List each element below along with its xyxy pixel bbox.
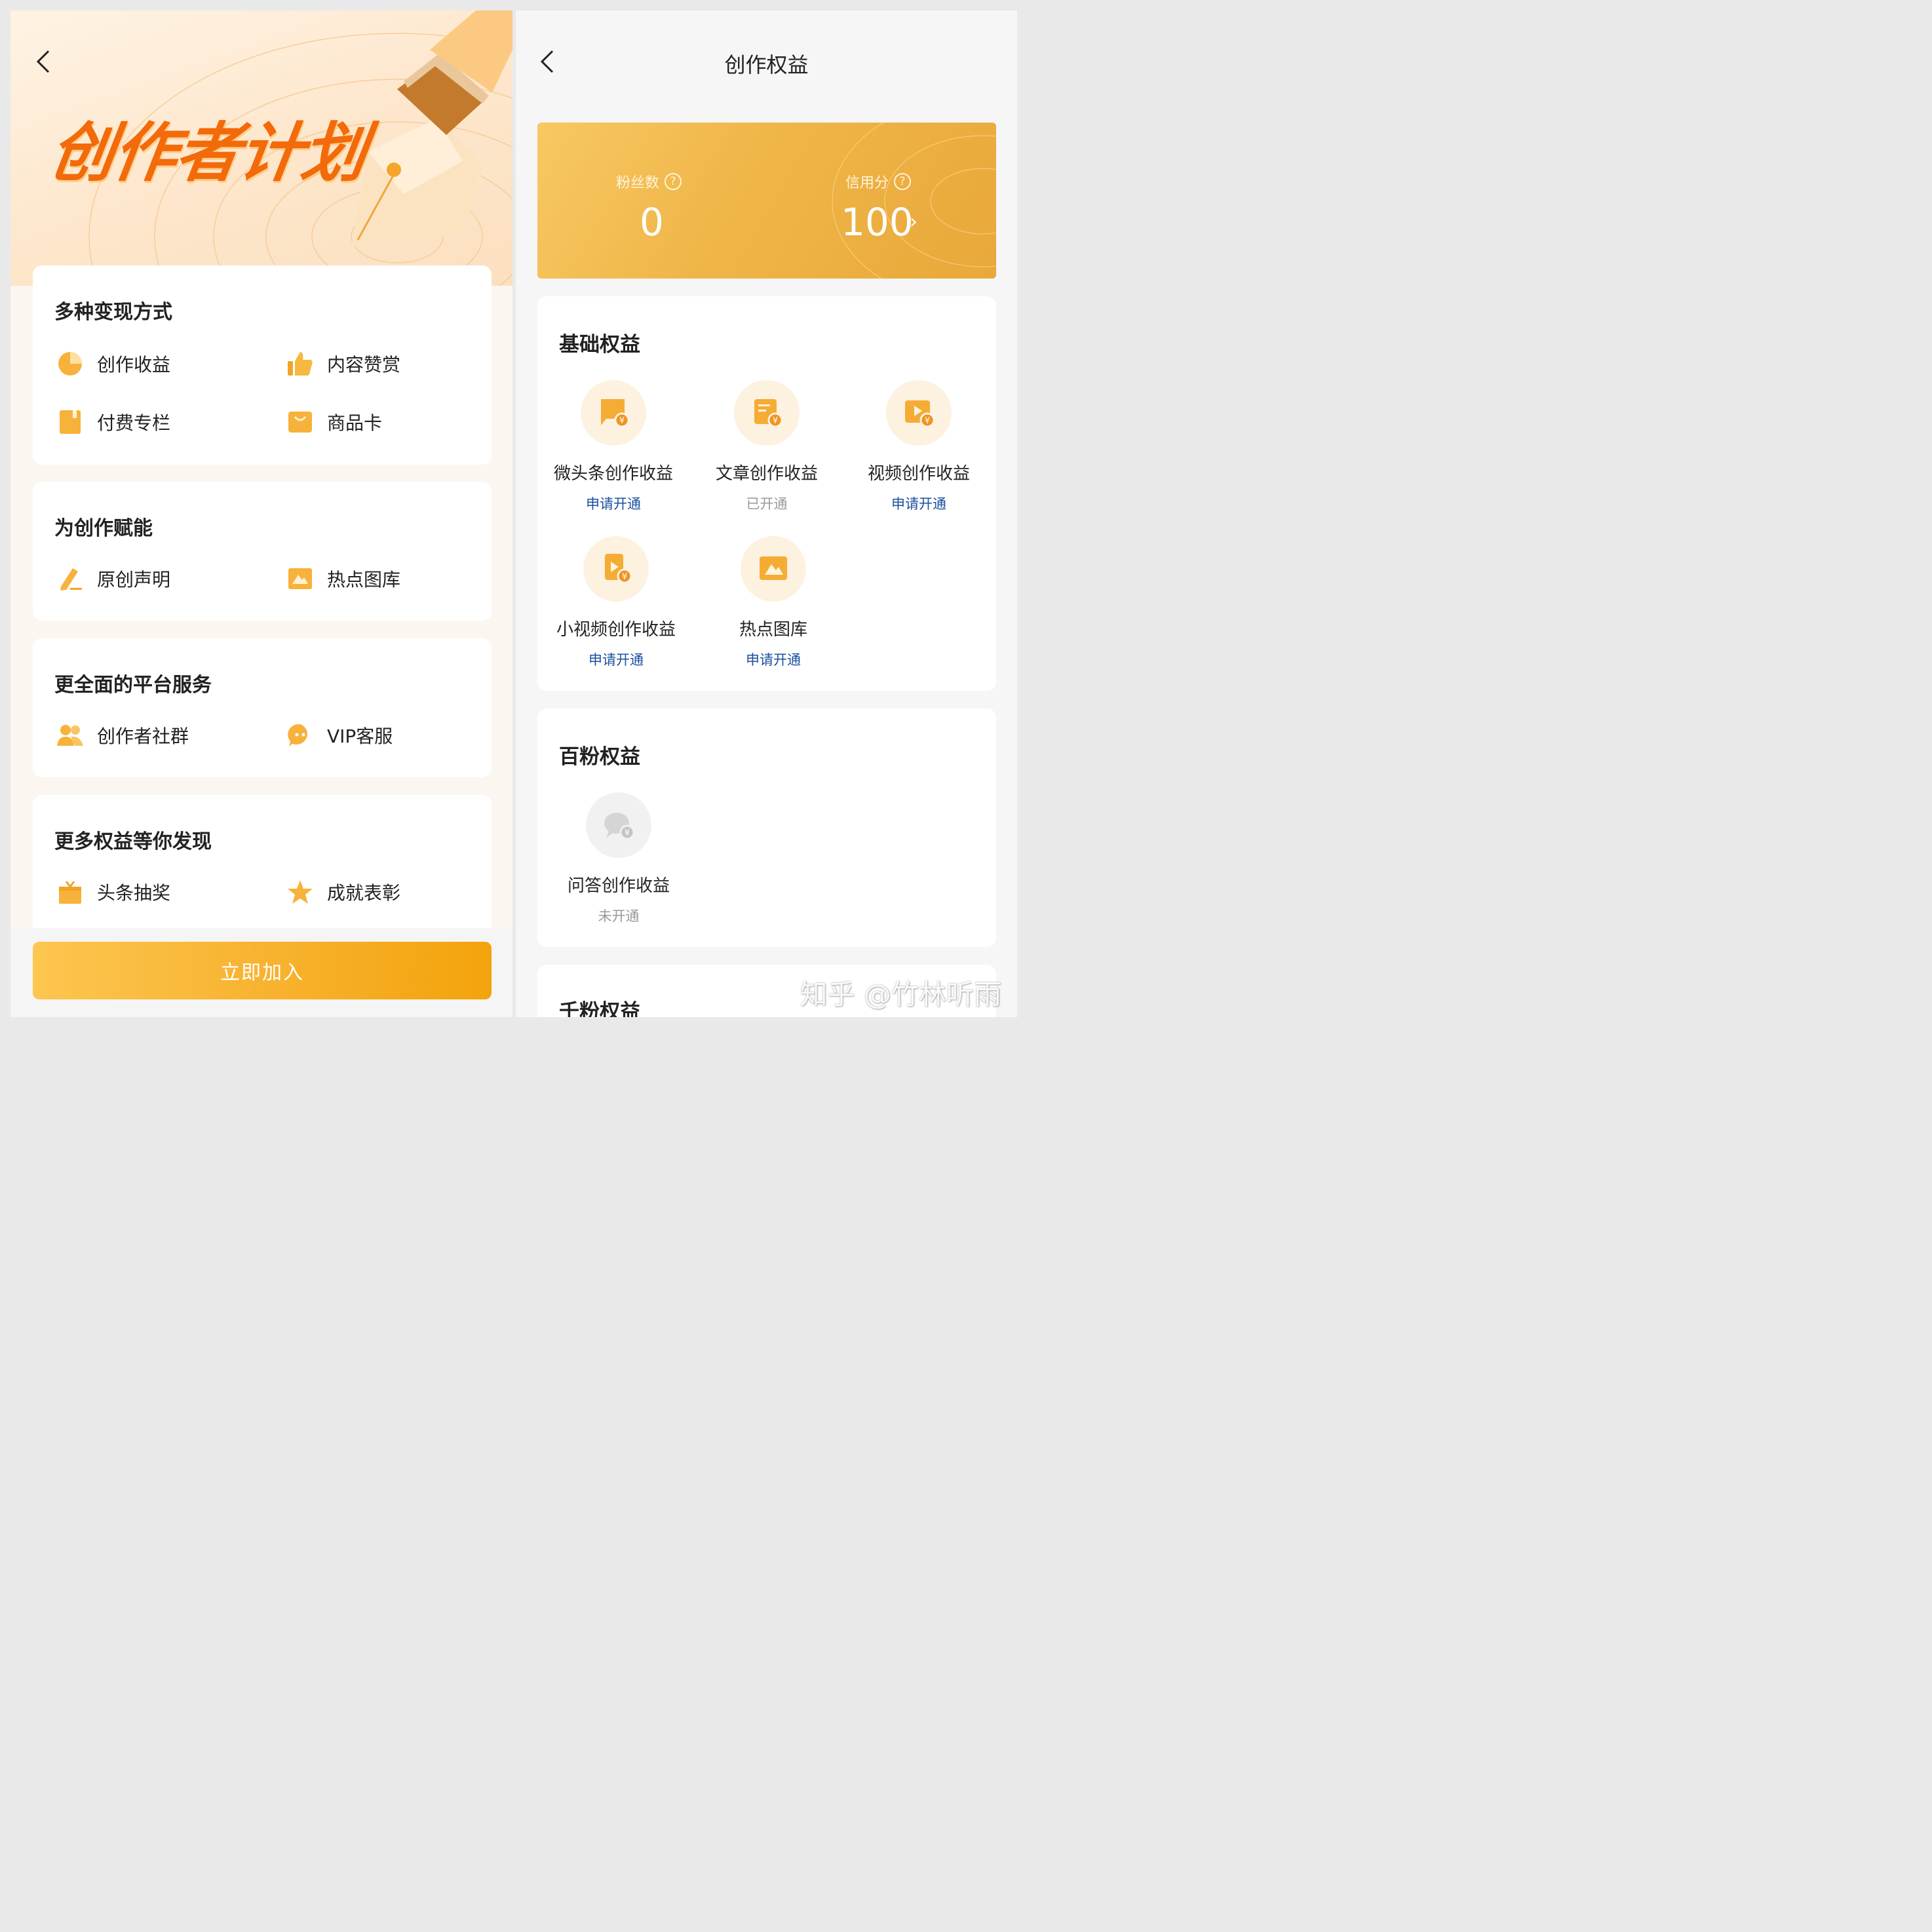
document-coin-icon: ¥: [734, 380, 800, 446]
hero-title: 创作者计划: [45, 116, 370, 191]
pencil-icon: [56, 565, 84, 592]
creator-plan-screen: 创作者计划 多种变现方式 创作收益 内容赞赏 付费专栏 商品卡 为创作赋能 原创…: [10, 10, 512, 1017]
benefit-hot-gallery[interactable]: 热点图库 申请开通: [701, 536, 845, 669]
gift-icon: [56, 878, 84, 906]
credit-label-text: 信用分: [845, 175, 889, 191]
svg-text:¥: ¥: [625, 828, 630, 838]
feature-original-declaration[interactable]: 原创声明: [56, 564, 170, 593]
watermark: 知乎 @竹林听雨: [800, 978, 1001, 1011]
feature-hot-gallery[interactable]: 热点图库: [286, 564, 400, 593]
hundred-fans-panel: 百粉权益 ¥ 问答创作收益 未开通: [537, 708, 996, 947]
hero-banner: 创作者计划: [10, 10, 512, 286]
feature-creation-income[interactable]: 创作收益: [56, 349, 170, 378]
benefit-name: 热点图库: [739, 620, 807, 640]
image-icon: [741, 536, 806, 602]
short-video-coin-icon: ¥: [583, 536, 649, 602]
page-title: 创作权益: [724, 52, 809, 77]
feature-achievement[interactable]: 成就表彰: [286, 878, 400, 906]
star-icon: [286, 878, 314, 906]
svg-text:¥: ¥: [619, 416, 625, 426]
benefit-name: 小视频创作收益: [556, 620, 676, 640]
section-title: 为创作赋能: [54, 517, 153, 540]
feature-label: 原创声明: [97, 569, 171, 590]
feature-product-card[interactable]: 商品卡: [286, 408, 382, 436]
section-title: 更多权益等你发现: [54, 830, 212, 853]
help-icon[interactable]: ?: [894, 173, 912, 190]
video-coin-icon: ¥: [886, 380, 952, 446]
back-button[interactable]: [31, 48, 58, 75]
section-title: 更全面的平台服务: [54, 674, 212, 697]
fountain-pen-illustration: [351, 10, 512, 246]
book-icon: [56, 408, 84, 436]
chat-icon: [286, 722, 314, 749]
status-label: 未开通: [598, 908, 640, 924]
apply-link[interactable]: 申请开通: [847, 493, 991, 513]
feature-vip-service[interactable]: VIP客服: [286, 721, 393, 750]
benefit-article-income[interactable]: ¥ 文章创作收益 已开通: [695, 380, 839, 513]
credit-value[interactable]: 100: [841, 200, 914, 244]
creator-benefits-screen: 创作权益 粉丝数 ? 0 信用分 ? 100 › 基础权益 ¥ 微头条创作收益: [516, 10, 1017, 1017]
help-icon[interactable]: ?: [665, 173, 682, 190]
feature-label: 头条抽奖: [97, 882, 171, 904]
benefit-name: 文章创作收益: [715, 464, 818, 484]
decorative-rings: [832, 123, 996, 279]
pie-chart-icon: [56, 350, 84, 377]
credit-label: 信用分 ?: [845, 171, 912, 192]
feature-label: 成就表彰: [327, 882, 401, 904]
join-now-button[interactable]: 立即加入: [33, 942, 492, 999]
qa-coin-icon: ¥: [586, 792, 651, 858]
empowerment-card: 为创作赋能 原创声明 热点图库: [33, 482, 492, 621]
feature-label: 内容赞赏: [327, 354, 401, 376]
svg-text:¥: ¥: [773, 416, 778, 426]
benefit-name: 微头条创作收益: [553, 464, 673, 484]
benefit-video-income[interactable]: ¥ 视频创作收益 申请开通: [847, 380, 991, 513]
benefit-name: 问答创作收益: [567, 876, 670, 896]
feature-label: 热点图库: [327, 569, 401, 590]
benefit-qa-income[interactable]: ¥ 问答创作收益 未开通: [547, 792, 691, 925]
more-benefits-card: 更多权益等你发现 头条抽奖 成就表彰: [33, 795, 492, 946]
svg-text:¥: ¥: [622, 572, 627, 582]
benefit-micro-post-income[interactable]: ¥ 微头条创作收益 申请开通: [541, 380, 686, 513]
feature-label: 付费专栏: [97, 412, 171, 434]
basic-benefits-panel: 基础权益 ¥ 微头条创作收益 申请开通 ¥ 文章创作收益 已开通 ¥ 视频创作收…: [537, 296, 996, 691]
svg-text:¥: ¥: [925, 416, 930, 426]
people-icon: [56, 722, 84, 749]
chevron-left-icon: [36, 50, 50, 73]
feature-paid-column[interactable]: 付费专栏: [56, 408, 170, 436]
section-title: 基础权益: [559, 333, 640, 357]
chevron-right-icon[interactable]: ›: [910, 210, 918, 233]
feature-label: 商品卡: [327, 412, 383, 434]
platform-service-card: 更全面的平台服务 创作者社群 VIP客服: [33, 638, 492, 777]
thumbs-up-icon: [286, 350, 314, 377]
shopping-bag-icon: [286, 408, 314, 436]
stats-card: 粉丝数 ? 0 信用分 ? 100 ›: [537, 123, 996, 279]
section-title: 千粉权益: [559, 1000, 640, 1017]
feature-content-reward[interactable]: 内容赞赏: [286, 349, 400, 378]
apply-link[interactable]: 申请开通: [544, 649, 688, 669]
monetization-card: 多种变现方式 创作收益 内容赞赏 付费专栏 商品卡: [33, 265, 492, 465]
section-title: 百粉权益: [559, 745, 640, 769]
fans-value: 0: [640, 200, 664, 244]
status-label: 已开通: [746, 496, 788, 512]
benefit-short-video-income[interactable]: ¥ 小视频创作收益 申请开通: [544, 536, 688, 669]
apply-link[interactable]: 申请开通: [541, 493, 686, 513]
fans-label-text: 粉丝数: [616, 175, 660, 191]
chat-coin-icon: ¥: [581, 380, 646, 446]
section-title: 多种变现方式: [54, 301, 172, 324]
feature-lottery[interactable]: 头条抽奖: [56, 878, 170, 906]
fans-label: 粉丝数 ?: [616, 171, 682, 192]
feature-label: 创作收益: [97, 354, 171, 376]
benefit-name: 视频创作收益: [867, 464, 970, 484]
feature-label: VIP客服: [327, 725, 393, 747]
apply-link[interactable]: 申请开通: [701, 649, 845, 669]
feature-creator-community[interactable]: 创作者社群: [56, 721, 189, 750]
image-icon: [286, 565, 314, 592]
feature-label: 创作者社群: [97, 725, 189, 747]
